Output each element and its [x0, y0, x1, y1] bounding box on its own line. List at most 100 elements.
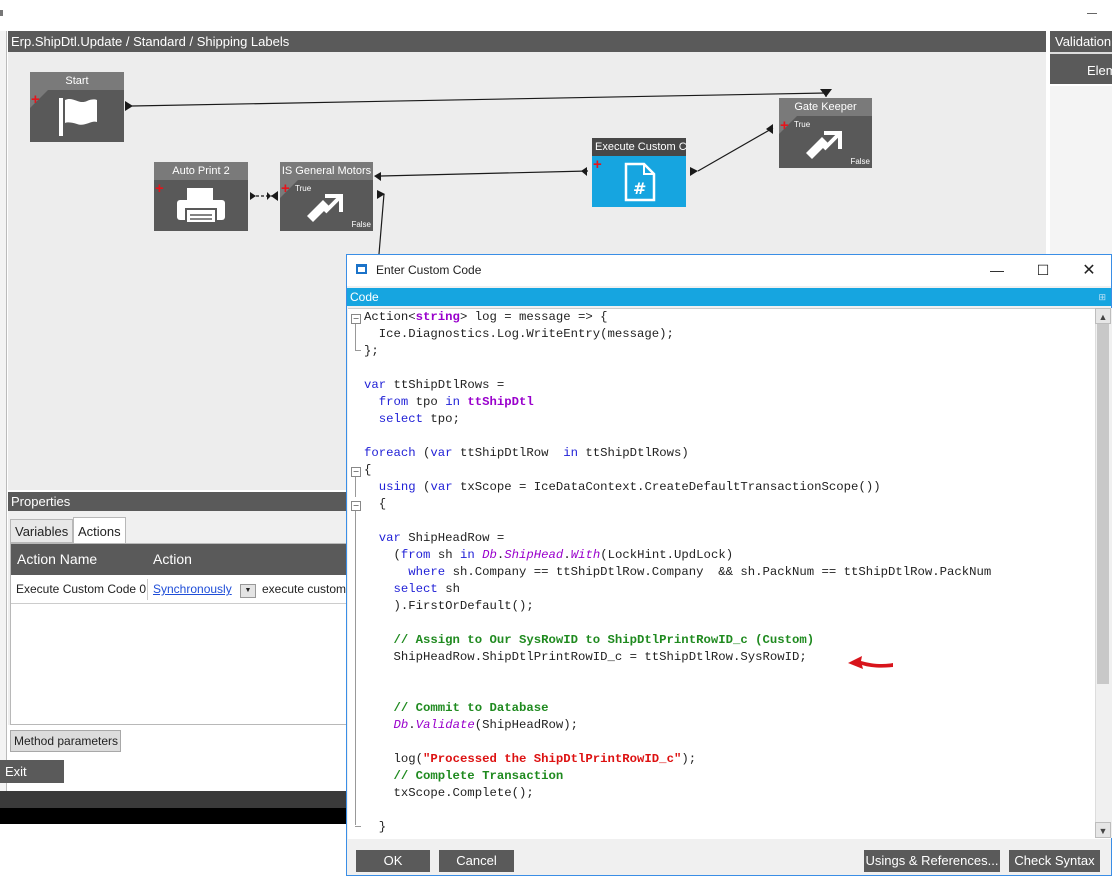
fold-line — [355, 324, 356, 350]
node-is-general-motors[interactable]: IS General Motors + True False — [280, 162, 373, 231]
code-line[interactable]: from tpo in ttShipDtl — [364, 394, 991, 411]
condition-icon — [804, 131, 842, 161]
connector-execute-isgm — [380, 170, 589, 177]
close-button[interactable]: ✕ — [1066, 255, 1112, 286]
code-line[interactable]: foreach (var ttShipDtlRow in ttShipDtlRo… — [364, 445, 991, 462]
status-strip-dark — [0, 808, 346, 824]
code-line[interactable]: log("Processed the ShipDtlPrintRowID_c")… — [364, 751, 991, 768]
add-marker-icon: + — [281, 180, 290, 197]
code-line[interactable]: // Assign to Our SysRowID to ShipDtlPrin… — [364, 632, 991, 649]
cancel-button[interactable]: Cancel — [439, 850, 514, 872]
code-line[interactable] — [364, 802, 991, 819]
minimize-button[interactable]: — — [974, 255, 1020, 286]
fold-line-end — [355, 350, 361, 351]
action-description: execute custom — [262, 582, 347, 596]
code-line[interactable]: where sh.Company == ttShipDtlRow.Company… — [364, 564, 991, 581]
actions-grid-header: Action Name Action — [11, 544, 348, 575]
exit-button[interactable]: Exit — [0, 760, 64, 783]
fold-line-end — [355, 826, 361, 827]
code-file-icon: # — [624, 162, 656, 202]
dialog-titlebar[interactable]: Enter Custom Code — ☐ ✕ — [347, 255, 1111, 286]
node-gate-keeper-title: Gate Keeper — [779, 98, 872, 116]
code-line[interactable]: ).FirstOrDefault(); — [364, 598, 991, 615]
code-section-header: Code ⊞ — [347, 288, 1111, 306]
scrollbar-thumb[interactable] — [1097, 324, 1109, 684]
column-action[interactable]: Action — [153, 544, 192, 575]
tab-actions[interactable]: Actions — [73, 517, 126, 544]
code-line[interactable] — [364, 734, 991, 751]
port-isgm-in — [271, 191, 278, 201]
code-line[interactable]: } — [364, 819, 991, 836]
code-line[interactable] — [364, 513, 991, 530]
ok-button[interactable]: OK — [356, 850, 430, 872]
code-line[interactable]: select sh — [364, 581, 991, 598]
condition-icon — [307, 194, 343, 222]
code-line[interactable]: var ShipHeadRow = — [364, 530, 991, 547]
code-line[interactable]: Db.Validate(ShipHeadRow); — [364, 717, 991, 734]
add-marker-icon: + — [31, 91, 40, 108]
method-parameters-button[interactable]: Method parameters — [10, 730, 121, 752]
port-isgm-left — [267, 192, 271, 200]
code-editor[interactable]: − − − Action<string> log = message => { … — [348, 308, 1111, 839]
node-auto-print[interactable]: Auto Print 2 + — [154, 162, 248, 231]
collapse-icon[interactable]: − — [351, 501, 361, 511]
pin-icon[interactable]: ⊞ — [1098, 288, 1106, 306]
collapse-icon[interactable]: − — [351, 467, 361, 477]
tab-variables[interactable]: Variables — [10, 519, 74, 543]
synchronously-link[interactable]: Synchronously — [153, 576, 232, 602]
connector-gatekeeper-execute — [697, 127, 774, 172]
fold-line — [355, 511, 356, 825]
code-line[interactable]: Ice.Diagnostics.Log.WriteEntry(message); — [364, 326, 991, 343]
scroll-down-icon[interactable]: ▼ — [1095, 822, 1111, 838]
code-line[interactable] — [364, 360, 991, 377]
code-line[interactable]: }; — [364, 343, 991, 360]
code-line[interactable] — [364, 615, 991, 632]
action-name-cell: Execute Custom Code 0 — [16, 582, 147, 596]
collapse-icon[interactable]: − — [351, 314, 361, 324]
code-line[interactable]: // Commit to Database — [364, 700, 991, 717]
code-line[interactable] — [364, 428, 991, 445]
node-auto-print-title: Auto Print 2 — [154, 162, 248, 180]
scroll-up-icon[interactable]: ▲ — [1095, 308, 1111, 324]
arrowhead-autoprint-in — [250, 192, 256, 200]
code-line[interactable]: using (var txScope = IceDataContext.Crea… — [364, 479, 991, 496]
properties-title: Properties — [8, 492, 348, 511]
code-line[interactable]: select tpo; — [364, 411, 991, 428]
mode-dropdown-icon[interactable]: ▼ — [240, 584, 256, 598]
port-execute-out — [690, 167, 698, 176]
maximize-button[interactable]: ☐ — [1020, 255, 1066, 286]
connector-start-gatekeeper — [131, 92, 827, 107]
usings-references-button[interactable]: Usings & References... — [864, 850, 1000, 872]
code-line[interactable] — [364, 666, 991, 683]
add-marker-icon: + — [155, 180, 164, 197]
port-start-out — [125, 101, 133, 111]
node-execute-custom-title: Execute Custom Co — [592, 138, 686, 156]
code-line[interactable]: { — [364, 496, 991, 513]
code-text[interactable]: Action<string> log = message => { Ice.Di… — [364, 309, 991, 836]
code-line[interactable]: ShipHeadRow.ShipDtlPrintRowID_c = ttShip… — [364, 649, 991, 666]
code-line[interactable]: txScope.Complete(); — [364, 785, 991, 802]
code-line[interactable]: var ttShipDtlRows = — [364, 377, 991, 394]
port-execute-in — [581, 167, 587, 176]
table-row[interactable]: Execute Custom Code 0 Synchronously ▼ ex… — [11, 576, 348, 604]
svg-text:#: # — [633, 179, 646, 198]
connector-isgm-false — [378, 193, 385, 255]
code-line[interactable]: (from sh in Db.ShipHead.With(LockHint.Up… — [364, 547, 991, 564]
add-marker-icon: + — [780, 117, 789, 134]
window-icon — [356, 264, 367, 274]
code-line[interactable]: // Complete Transaction — [364, 768, 991, 785]
red-arrow-annotation — [848, 656, 893, 669]
code-line[interactable]: Action<string> log = message => { — [364, 309, 991, 326]
port-gatekeeper-in — [766, 124, 773, 134]
node-start[interactable]: Start + — [30, 72, 124, 142]
node-execute-custom-code[interactable]: Execute Custom Co + # — [592, 138, 686, 207]
code-line[interactable] — [364, 683, 991, 700]
node-start-title: Start — [30, 72, 124, 90]
column-action-name[interactable]: Action Name — [17, 544, 97, 575]
check-syntax-button[interactable]: Check Syntax — [1009, 850, 1100, 872]
node-gate-keeper[interactable]: Gate Keeper + True False — [779, 98, 872, 168]
false-branch-label: False — [850, 157, 870, 166]
code-line[interactable]: { — [364, 462, 991, 479]
status-strip — [0, 791, 346, 808]
false-branch-label: False — [351, 220, 371, 229]
